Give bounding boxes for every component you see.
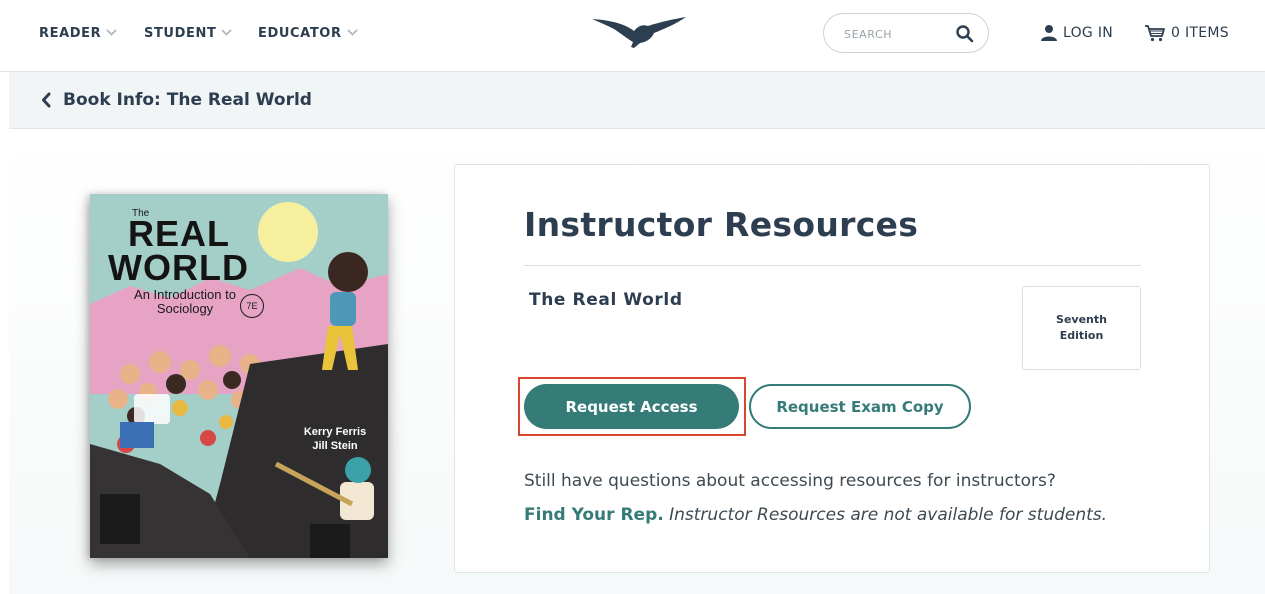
- search-icon[interactable]: [955, 24, 975, 44]
- search-box: [823, 13, 989, 53]
- request-access-button[interactable]: Request Access: [524, 384, 739, 429]
- cover-subtitle: An Introduction to Sociology: [134, 287, 236, 316]
- cart-link[interactable]: 0 ITEMS: [1144, 22, 1229, 44]
- nav-reader[interactable]: READER: [39, 25, 117, 41]
- search-input[interactable]: [844, 25, 954, 43]
- book-title: The Real World: [529, 290, 683, 310]
- breadcrumb-bar: Book Info: The Real World: [9, 72, 1265, 129]
- chevron-down-icon: [221, 25, 233, 40]
- chevron-down-icon: [106, 25, 117, 40]
- nav-reader-label: READER: [39, 26, 102, 41]
- nav-student-label: STUDENT: [144, 26, 217, 41]
- edition-selector[interactable]: Seventh Edition: [1022, 286, 1141, 370]
- login-link[interactable]: LOG IN: [1040, 22, 1113, 44]
- site-header: READER STUDENT EDUCATOR LOG IN 0 ITEMS: [0, 0, 1265, 72]
- breadcrumb-back-link[interactable]: Book Info: The Real World: [41, 90, 312, 110]
- login-label: LOG IN: [1063, 25, 1114, 41]
- help-line: Find Your Rep. Instructor Resources are …: [524, 505, 1107, 525]
- find-rep-link[interactable]: Find Your Rep.: [524, 505, 664, 525]
- user-icon: [1041, 25, 1057, 41]
- divider: [524, 265, 1141, 266]
- book-cover-image: The REAL WORLD An Introduction to Sociol…: [90, 194, 388, 558]
- cover-title-line2: WORLD: [108, 247, 249, 288]
- cover-author-1: Kerry Ferris: [303, 426, 367, 438]
- cover-author-2: Jill Stein: [312, 440, 358, 452]
- seagull-logo-icon[interactable]: [590, 14, 688, 52]
- breadcrumb-label: Book Info: The Real World: [63, 90, 312, 110]
- instructor-resources-panel: Instructor Resources The Real World Seve…: [454, 164, 1210, 573]
- student-note: Instructor Resources are not available f…: [669, 505, 1108, 525]
- chevron-left-icon: [42, 92, 51, 108]
- cart-label: 0 ITEMS: [1171, 25, 1229, 41]
- help-question: Still have questions about accessing res…: [524, 471, 1056, 491]
- cart-icon: [1145, 25, 1165, 42]
- edition-label: Seventh Edition: [1056, 313, 1107, 342]
- nav-student[interactable]: STUDENT: [144, 25, 233, 41]
- cover-authors: Kerry Ferris Jill Stein: [295, 425, 375, 453]
- cover-edition-badge: 7E: [240, 294, 264, 318]
- nav-educator-label: EDUCATOR: [258, 26, 342, 41]
- request-exam-copy-button[interactable]: Request Exam Copy: [749, 384, 971, 429]
- chevron-down-icon: [346, 25, 358, 40]
- nav-educator[interactable]: EDUCATOR: [258, 25, 358, 41]
- panel-title: Instructor Resources: [524, 205, 919, 244]
